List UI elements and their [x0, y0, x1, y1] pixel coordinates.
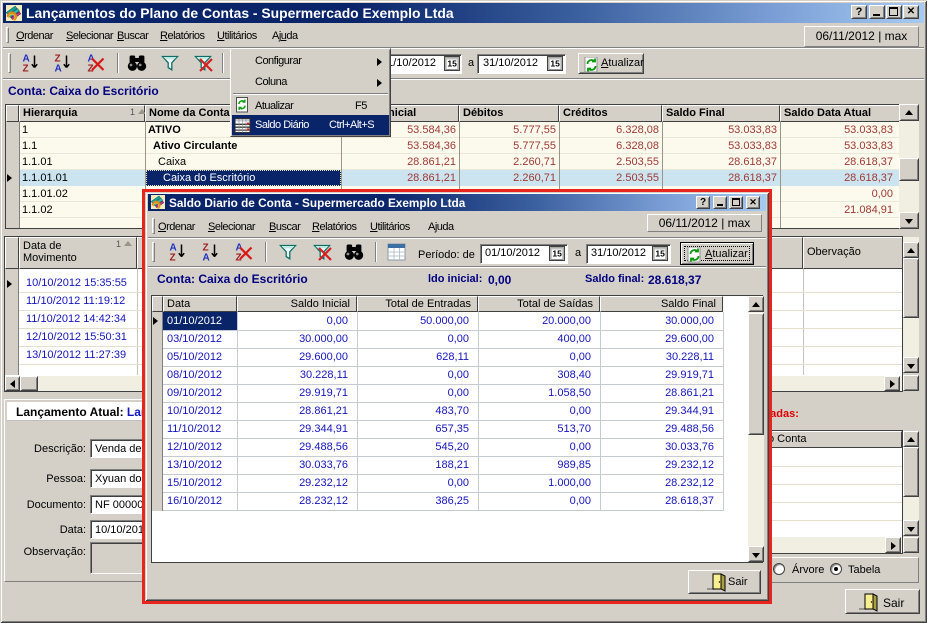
svg-text:A: A [55, 64, 62, 75]
svg-text:15: 15 [447, 59, 457, 69]
svg-text:15: 15 [655, 249, 665, 259]
svg-text:Z: Z [170, 253, 176, 264]
svg-text:15: 15 [550, 59, 560, 69]
svg-text:15: 15 [552, 249, 562, 259]
svg-text:Z: Z [23, 64, 29, 75]
svg-text:A: A [203, 253, 210, 264]
